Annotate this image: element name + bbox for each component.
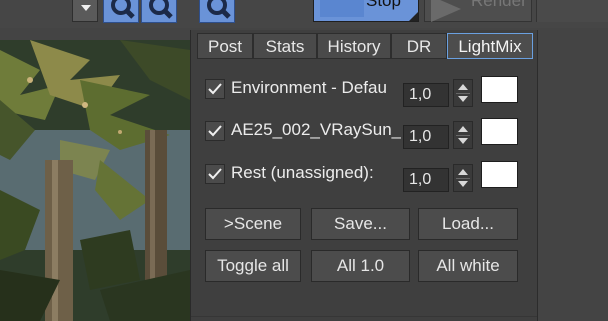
stop-options-arrow-icon: [409, 12, 418, 21]
toolbar: Stop Render: [0, 0, 608, 28]
spinner-down-icon: [458, 181, 468, 187]
intensity-spinner[interactable]: [453, 79, 473, 107]
light-color-swatch[interactable]: [481, 161, 518, 188]
tab-lightmix[interactable]: LightMix: [447, 33, 533, 59]
spinner-up-icon: [458, 126, 468, 132]
spinner-up-icon: [458, 169, 468, 175]
tab-stats[interactable]: Stats: [253, 33, 317, 59]
render-label: Render: [471, 0, 527, 10]
panel-tabs: Post Stats History DR LightMix: [191, 31, 537, 60]
toggle-all-button[interactable]: Toggle all: [205, 250, 301, 282]
zoom-in-button[interactable]: [103, 0, 139, 23]
light-color-swatch[interactable]: [481, 76, 518, 103]
light-name: AE25_002_VRaySun_: [231, 120, 401, 139]
play-icon: [431, 0, 461, 22]
render-preview-image: [0, 40, 190, 321]
zoom-region-button[interactable]: [199, 0, 235, 23]
tab-history[interactable]: History: [317, 33, 391, 59]
intensity-input[interactable]: 1,0: [403, 168, 449, 192]
chevron-down-icon: [81, 5, 91, 11]
light-name: Rest (unassigned):: [231, 163, 374, 182]
panel-divider: [191, 316, 537, 317]
intensity-input[interactable]: 1,0: [403, 125, 449, 149]
checkmark-icon: [208, 83, 222, 95]
spinner-divider: [456, 135, 470, 136]
stop-label: Stop: [366, 0, 401, 10]
zoom-in-icon: [111, 0, 135, 19]
spinner-divider: [456, 178, 470, 179]
intensity-spinner[interactable]: [453, 164, 473, 192]
spinner-down-icon: [458, 138, 468, 144]
right-empty-area: [537, 30, 608, 321]
checkmark-icon: [208, 125, 222, 137]
stop-button[interactable]: Stop: [313, 0, 419, 22]
load-button[interactable]: Load...: [418, 208, 518, 240]
vraysun-checkbox[interactable]: [205, 121, 225, 141]
lightmix-row-rest: Rest (unassigned): 1,0: [205, 158, 525, 192]
stop-icon: [320, 0, 364, 17]
spinner-up-icon: [458, 84, 468, 90]
all-one-button[interactable]: All 1.0: [311, 250, 410, 282]
zoom-region-icon: [207, 0, 231, 19]
intensity-input[interactable]: 1,0: [403, 83, 449, 107]
rest-checkbox[interactable]: [205, 164, 225, 184]
spinner-down-icon: [458, 96, 468, 102]
zoom-out-icon: [149, 0, 173, 19]
save-button[interactable]: Save...: [311, 208, 410, 240]
tab-post[interactable]: Post: [197, 33, 253, 59]
zoom-out-button[interactable]: [141, 0, 177, 23]
light-name: Environment - Defau: [231, 78, 387, 97]
light-color-swatch[interactable]: [481, 118, 518, 145]
spinner-divider: [456, 93, 470, 94]
vfb-side-panel: Post Stats History DR LightMix Environme…: [190, 30, 537, 321]
render-button[interactable]: Render: [424, 0, 532, 22]
tab-dr[interactable]: DR: [391, 33, 447, 59]
lightmix-row-environment: Environment - Defau 1,0: [205, 73, 525, 107]
all-white-button[interactable]: All white: [418, 250, 518, 282]
environment-checkbox[interactable]: [205, 79, 225, 99]
lightmix-row-vraysun: AE25_002_VRaySun_ 1,0: [205, 115, 525, 149]
to-scene-button[interactable]: >Scene: [205, 208, 301, 240]
palm-trees-render: [0, 40, 190, 321]
toolbar-right-area: [536, 0, 608, 22]
intensity-spinner[interactable]: [453, 121, 473, 149]
toolbar-dropdown-button[interactable]: [72, 0, 98, 22]
checkmark-icon: [208, 168, 222, 180]
